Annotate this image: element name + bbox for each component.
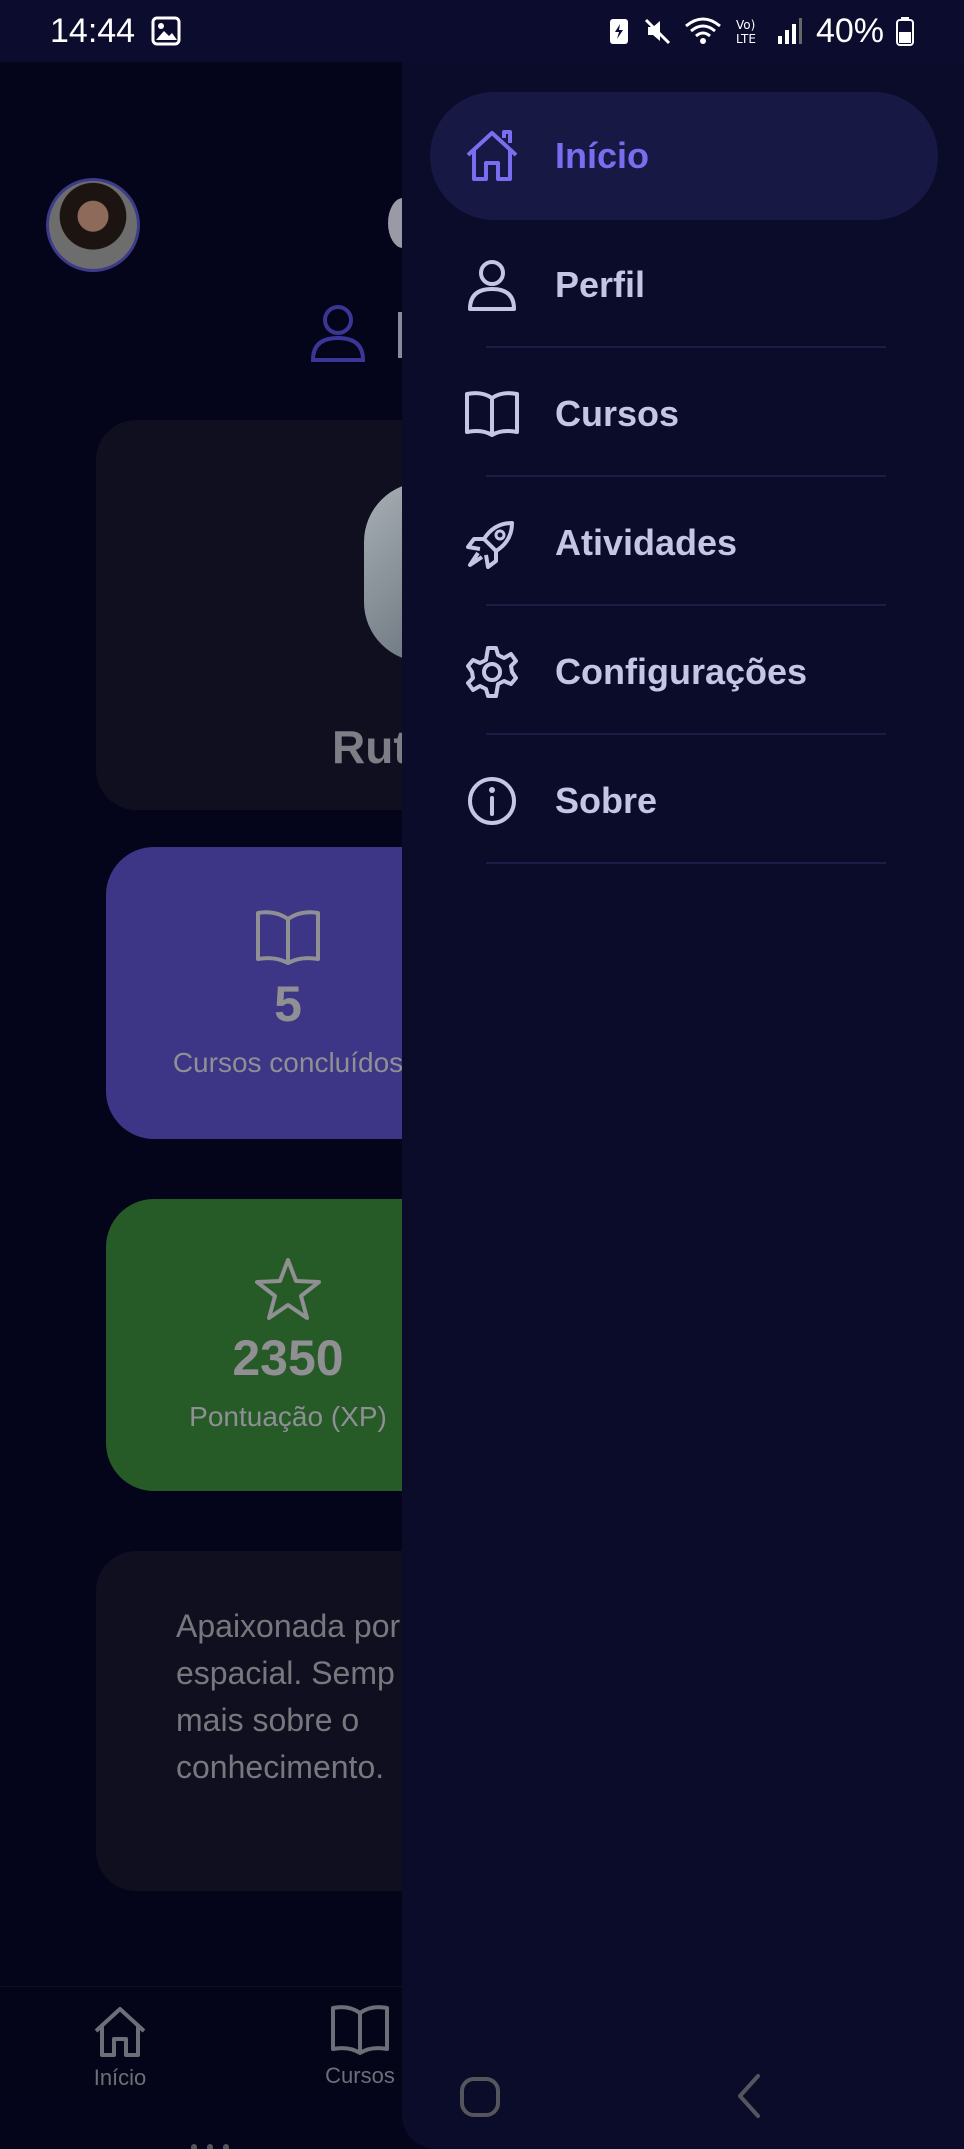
svg-text:LTE: LTE xyxy=(736,32,756,46)
drawer-item-label: Cursos xyxy=(555,393,680,434)
drawer-item-inicio[interactable]: Início xyxy=(430,92,938,220)
drawer-item-cursos[interactable]: Cursos xyxy=(430,350,938,478)
bottom-nav-courses-label: Cursos xyxy=(325,2063,395,2088)
info-icon xyxy=(468,777,516,825)
drawer-item-label: Sobre xyxy=(555,780,658,821)
mute-icon xyxy=(644,18,670,45)
svg-text:Vo): Vo) xyxy=(736,18,755,32)
user-icon xyxy=(310,305,366,362)
drawer-item-atividades[interactable]: Atividades xyxy=(430,479,938,607)
divider xyxy=(486,475,886,477)
status-bar: 14:44 Vo) LTE 40% xyxy=(0,0,964,62)
recents-icon[interactable] xyxy=(188,2142,232,2149)
drawer-item-sobre[interactable]: Sobre xyxy=(430,737,938,865)
divider xyxy=(486,733,886,735)
signal-icon xyxy=(777,18,802,44)
divider xyxy=(486,346,886,348)
volte-icon: Vo)LTE xyxy=(736,18,756,46)
drawer-item-configuracoes[interactable]: Configurações xyxy=(430,608,938,736)
drawer-item-label: Atividades xyxy=(555,522,738,563)
home-button-icon[interactable] xyxy=(458,2075,502,2119)
battery-percent: 40% xyxy=(815,11,884,50)
drawer-item-label: Perfil xyxy=(555,264,646,305)
battery-icon xyxy=(896,17,914,46)
courses-completed-label: Cursos concluídos xyxy=(172,1047,404,1078)
drawer-item-label: Configurações xyxy=(555,651,808,692)
courses-completed-value: 5 xyxy=(274,976,302,1032)
avatar[interactable] xyxy=(46,178,140,272)
star-icon xyxy=(255,1258,321,1320)
user-icon xyxy=(468,260,516,311)
book-icon xyxy=(331,2005,389,2055)
xp-label: Pontuação (XP) xyxy=(189,1401,387,1432)
gear-icon xyxy=(466,646,518,698)
wifi-icon xyxy=(684,17,721,44)
divider xyxy=(486,604,886,606)
xp-value: 2350 xyxy=(232,1330,344,1386)
home-icon xyxy=(466,130,518,181)
gallery-notification-icon xyxy=(151,16,181,46)
back-icon[interactable] xyxy=(734,2072,764,2120)
drawer-item-perfil[interactable]: Perfil xyxy=(430,221,938,349)
bottom-nav-home-label: Início xyxy=(93,2065,147,2090)
divider xyxy=(486,862,886,864)
book-icon xyxy=(256,910,320,965)
book-icon xyxy=(465,391,519,437)
bottom-nav-home[interactable]: Início xyxy=(60,2003,180,2091)
home-icon xyxy=(94,2007,146,2057)
profile-name: Rut xyxy=(332,721,409,773)
navigation-drawer: Início Perfil Cursos Atividades Configur… xyxy=(402,62,964,2149)
battery-saver-icon xyxy=(609,19,628,44)
drawer-item-label: Início xyxy=(555,135,650,176)
status-time: 14:44 xyxy=(50,11,136,50)
rocket-icon xyxy=(466,521,514,569)
